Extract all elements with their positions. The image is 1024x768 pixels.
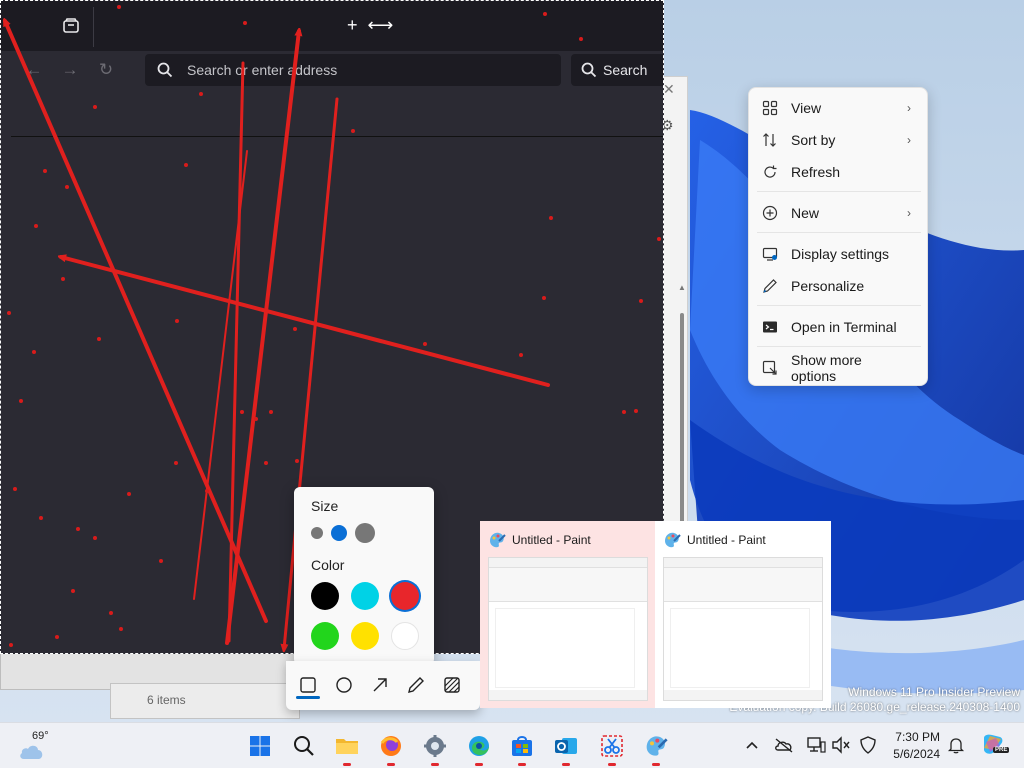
context-menu-refresh[interactable]: Refresh [753, 157, 923, 187]
onedrive-off-icon[interactable] [774, 735, 794, 755]
microsoft-store-icon[interactable] [507, 731, 537, 766]
shape-toolbar [286, 661, 480, 710]
menu-separator [757, 191, 921, 192]
thumbnail-title: Untitled - Paint [512, 533, 591, 547]
pen-style-popup: Size Color [294, 487, 434, 665]
color-heading: Color [311, 557, 345, 573]
paint-icon[interactable] [641, 731, 671, 766]
size-medium-option[interactable] [331, 525, 347, 541]
start-icon[interactable] [245, 731, 275, 761]
close-icon[interactable]: ✕ [663, 81, 675, 98]
context-menu-label: Sort by [791, 132, 836, 148]
file-explorer-window[interactable]: 6 items [110, 683, 300, 719]
clock[interactable]: 7:30 PM 5/6/2024 [884, 729, 940, 763]
paint-thumbnail[interactable]: Untitled - Paint [480, 521, 656, 708]
context-menu-new[interactable]: New › [753, 198, 923, 228]
scroll-up-icon[interactable]: ▲ [678, 283, 686, 292]
paint-icon [665, 532, 681, 548]
weather-widget[interactable]: 69° [18, 729, 58, 763]
context-menu-label: View [791, 100, 822, 116]
thumbnail-preview [488, 557, 648, 701]
firefox-icon[interactable] [376, 731, 406, 766]
context-menu-open-terminal[interactable]: Open in Terminal [753, 312, 923, 342]
copilot-badge: PRE [993, 747, 1010, 753]
thumbnail-preview [663, 557, 823, 701]
file-explorer-icon[interactable] [332, 731, 362, 766]
desktop-context-menu: View › Sort by › Refresh New › Display s… [748, 87, 928, 386]
more-options-icon [753, 360, 787, 376]
copilot-icon[interactable]: PRE [980, 732, 1010, 758]
taskbar: 69° 7:30 PM 5/6/2024 PRE [0, 722, 1024, 768]
chevron-right-icon: › [907, 101, 911, 115]
color-white-swatch[interactable] [391, 622, 419, 650]
grid-icon [753, 100, 787, 116]
size-heading: Size [311, 498, 339, 514]
context-menu-view[interactable]: View › [753, 93, 923, 123]
weather-temperature: 69° [32, 730, 49, 742]
context-menu-label: Open in Terminal [791, 319, 897, 335]
item-count-status: 6 items [147, 693, 186, 707]
selected-tool-indicator [296, 696, 320, 699]
context-menu-label: Show more options [791, 352, 862, 384]
context-menu-personalize[interactable]: Personalize [753, 271, 923, 301]
size-small-option[interactable] [311, 527, 323, 539]
snipping-tool-icon[interactable] [597, 731, 627, 766]
refresh-icon [753, 164, 787, 180]
context-menu-label: Personalize [791, 278, 865, 294]
color-black-swatch[interactable] [311, 582, 339, 610]
menu-separator [757, 346, 921, 347]
notification-bell-icon[interactable] [946, 735, 966, 755]
plus-circle-icon [753, 205, 787, 221]
outlook-icon[interactable] [551, 731, 581, 766]
color-yellow-swatch[interactable] [351, 622, 379, 650]
context-menu-display-settings[interactable]: Display settings [753, 239, 923, 269]
ellipse-icon[interactable] [332, 673, 356, 697]
cloud-icon [20, 745, 43, 759]
color-green-swatch[interactable] [311, 622, 339, 650]
sort-icon [753, 132, 787, 148]
context-menu-show-more-options[interactable]: Show more options [753, 352, 923, 384]
hatch-icon[interactable] [440, 673, 464, 697]
menu-separator [757, 305, 921, 306]
volume-muted-icon[interactable] [831, 735, 851, 755]
menu-separator [757, 232, 921, 233]
display-icon [753, 246, 787, 262]
network-icon[interactable] [806, 735, 826, 755]
pen-icon [753, 278, 787, 294]
chevron-right-icon: › [907, 133, 911, 147]
context-menu-sort-by[interactable]: Sort by › [753, 125, 923, 155]
edge-icon[interactable] [464, 731, 494, 766]
scrollbar-thumb[interactable] [680, 313, 684, 553]
clock-time: 7:30 PM [895, 730, 940, 744]
color-cyan-swatch[interactable] [351, 582, 379, 610]
context-menu-label: Refresh [791, 164, 841, 180]
pen-icon[interactable] [404, 673, 428, 697]
size-large-option[interactable] [355, 523, 375, 543]
settings-icon[interactable] [420, 731, 450, 766]
arrow-icon[interactable] [368, 673, 392, 697]
context-menu-label: Display settings [791, 246, 890, 262]
color-red-swatch[interactable] [391, 582, 419, 610]
paint-icon [490, 532, 506, 548]
chevron-right-icon: › [907, 206, 911, 220]
context-menu-label: New [791, 205, 820, 221]
thumbnail-title: Untitled - Paint [687, 533, 766, 547]
clock-date: 5/6/2024 [893, 747, 940, 761]
terminal-icon [753, 319, 787, 335]
rectangle-icon[interactable] [296, 673, 320, 697]
security-icon[interactable] [858, 735, 878, 755]
search-icon[interactable] [289, 731, 319, 761]
chevron-up-icon[interactable] [742, 735, 762, 755]
paint-thumbnail[interactable]: Untitled - Paint [655, 521, 831, 708]
